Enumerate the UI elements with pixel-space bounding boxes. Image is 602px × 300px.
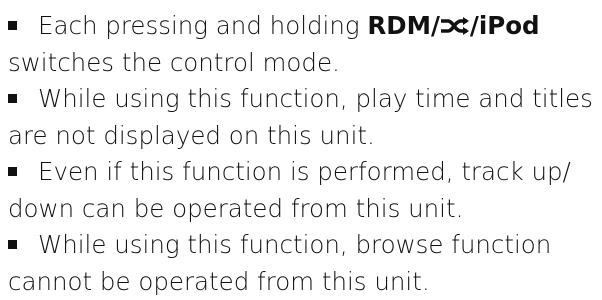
square-bullet-icon: [8, 167, 17, 176]
bullet-text: Each pressing and holding: [38, 11, 360, 40]
bullet-line: While using this function, browse functi…: [8, 227, 598, 264]
bullet-line: are not displayed on this unit.: [8, 118, 598, 155]
bullet-item-control-mode: Each pressing and holding RDM/ /iPod swi…: [8, 8, 598, 81]
bullet-item-play-time: While using this function, play time and…: [8, 81, 598, 154]
bullet-text: While using this function, play time and…: [38, 84, 593, 113]
bullet-line: switches the control mode.: [8, 45, 598, 82]
bullet-line: While using this function, play time and…: [8, 81, 598, 118]
bullet-text: While using this function, browse functi…: [38, 230, 551, 259]
shuffle-icon: [440, 16, 470, 36]
bullet-line: cannot be operated from this unit.: [8, 264, 598, 300]
bullet-item-track-up-down: Even if this function is performed, trac…: [8, 154, 598, 227]
bullet-line: Each pressing and holding RDM/ /iPod: [8, 8, 598, 45]
square-bullet-icon: [8, 240, 17, 249]
bullet-item-browse: While using this function, browse functi…: [8, 227, 598, 300]
square-bullet-icon: [8, 94, 17, 103]
bullet-line: Even if this function is performed, trac…: [8, 154, 598, 191]
instruction-bullet-list: Each pressing and holding RDM/ /iPod swi…: [8, 8, 598, 300]
button-label-ipod: /iPod: [470, 11, 540, 40]
button-label-rdm: RDM/: [367, 11, 440, 40]
square-bullet-icon: [8, 21, 17, 30]
bullet-text: Even if this function is performed, trac…: [38, 157, 571, 186]
bullet-line: down can be operated from this unit.: [8, 191, 598, 228]
